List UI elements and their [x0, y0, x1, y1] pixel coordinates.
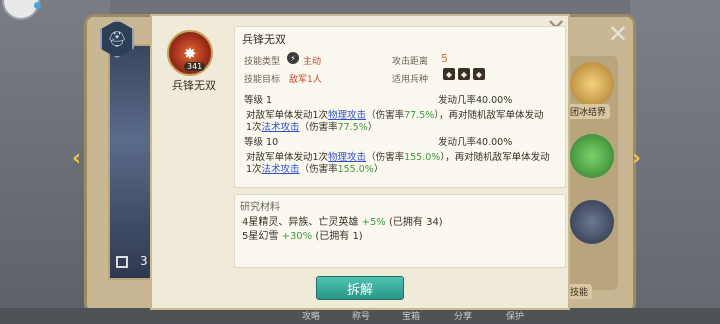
skill-target-value: 敌军1人 [289, 75, 322, 85]
skill-type-label: 技能类型 [244, 57, 281, 67]
magic-attack-link[interactable]: 法术攻击 [262, 164, 300, 175]
level-10-desc-line-2: 1次法术攻击（伤害率155.0%） [246, 164, 384, 175]
material-row: 4星精灵、异族、亡灵英雄 +5% (已拥有 34) [242, 217, 443, 228]
level-1-label: 等级 1 [244, 95, 273, 106]
bottom-tab-chest[interactable]: 宝箱 [402, 309, 420, 322]
archer-icon: ◆ [473, 68, 485, 80]
active-skill-icon: ⚡ [287, 52, 299, 64]
skill-target-label: 技能目标 [244, 75, 281, 85]
bottom-tab-title[interactable]: 称号 [352, 309, 370, 322]
level-1-rate: 发动几率40.00% [438, 95, 513, 106]
skill-slot-2[interactable] [570, 134, 614, 178]
decompose-button[interactable]: 拆解 [316, 276, 404, 300]
arrow-right-icon[interactable]: › [632, 146, 641, 171]
level-10-label: 等级 10 [244, 137, 279, 148]
material-row: 5星幻雪 +30% (已拥有 1) [242, 231, 363, 242]
infantry-icon: ◆ [458, 68, 470, 80]
materials-title: 研究材料 [240, 202, 280, 213]
arrow-left-icon[interactable]: ‹ [72, 146, 81, 171]
level-10-rate: 发动几率40.00% [438, 137, 513, 148]
skill-slot-3[interactable] [570, 200, 614, 244]
level-1-desc-line-2: 1次法术攻击（伤害率77.5%） [246, 122, 378, 133]
hero-count: 3 [140, 254, 148, 268]
skill-type-value: 主动 [303, 57, 322, 67]
skill-icon-badge: 341 [184, 62, 206, 71]
attack-distance-label: 攻击距离 [392, 57, 429, 67]
bottom-tab-protect[interactable]: 保护 [506, 309, 524, 322]
background-right [630, 0, 720, 324]
magic-attack-link[interactable]: 法术攻击 [262, 122, 300, 133]
troop-type-label: 适用兵种 [392, 75, 429, 85]
bottom-tab-guide[interactable]: 攻略 [302, 309, 320, 322]
notification-dot [34, 2, 41, 9]
skill-slot-1-label: 团冰结界 [566, 104, 611, 119]
close-icon-background[interactable]: ✕ [608, 20, 628, 48]
skill-icon-name: 兵锋无双 [172, 79, 216, 92]
skill-title: 兵锋无双 [242, 33, 286, 46]
troop-icons: ◆ ◆ ◆ [443, 68, 485, 80]
attack-distance-value: 5 [441, 52, 448, 65]
skill-slot-1[interactable] [570, 62, 614, 106]
hero-count-icon [116, 256, 128, 268]
bottom-tab-share[interactable]: 分享 [454, 309, 472, 322]
cavalry-icon: ◆ [443, 68, 455, 80]
